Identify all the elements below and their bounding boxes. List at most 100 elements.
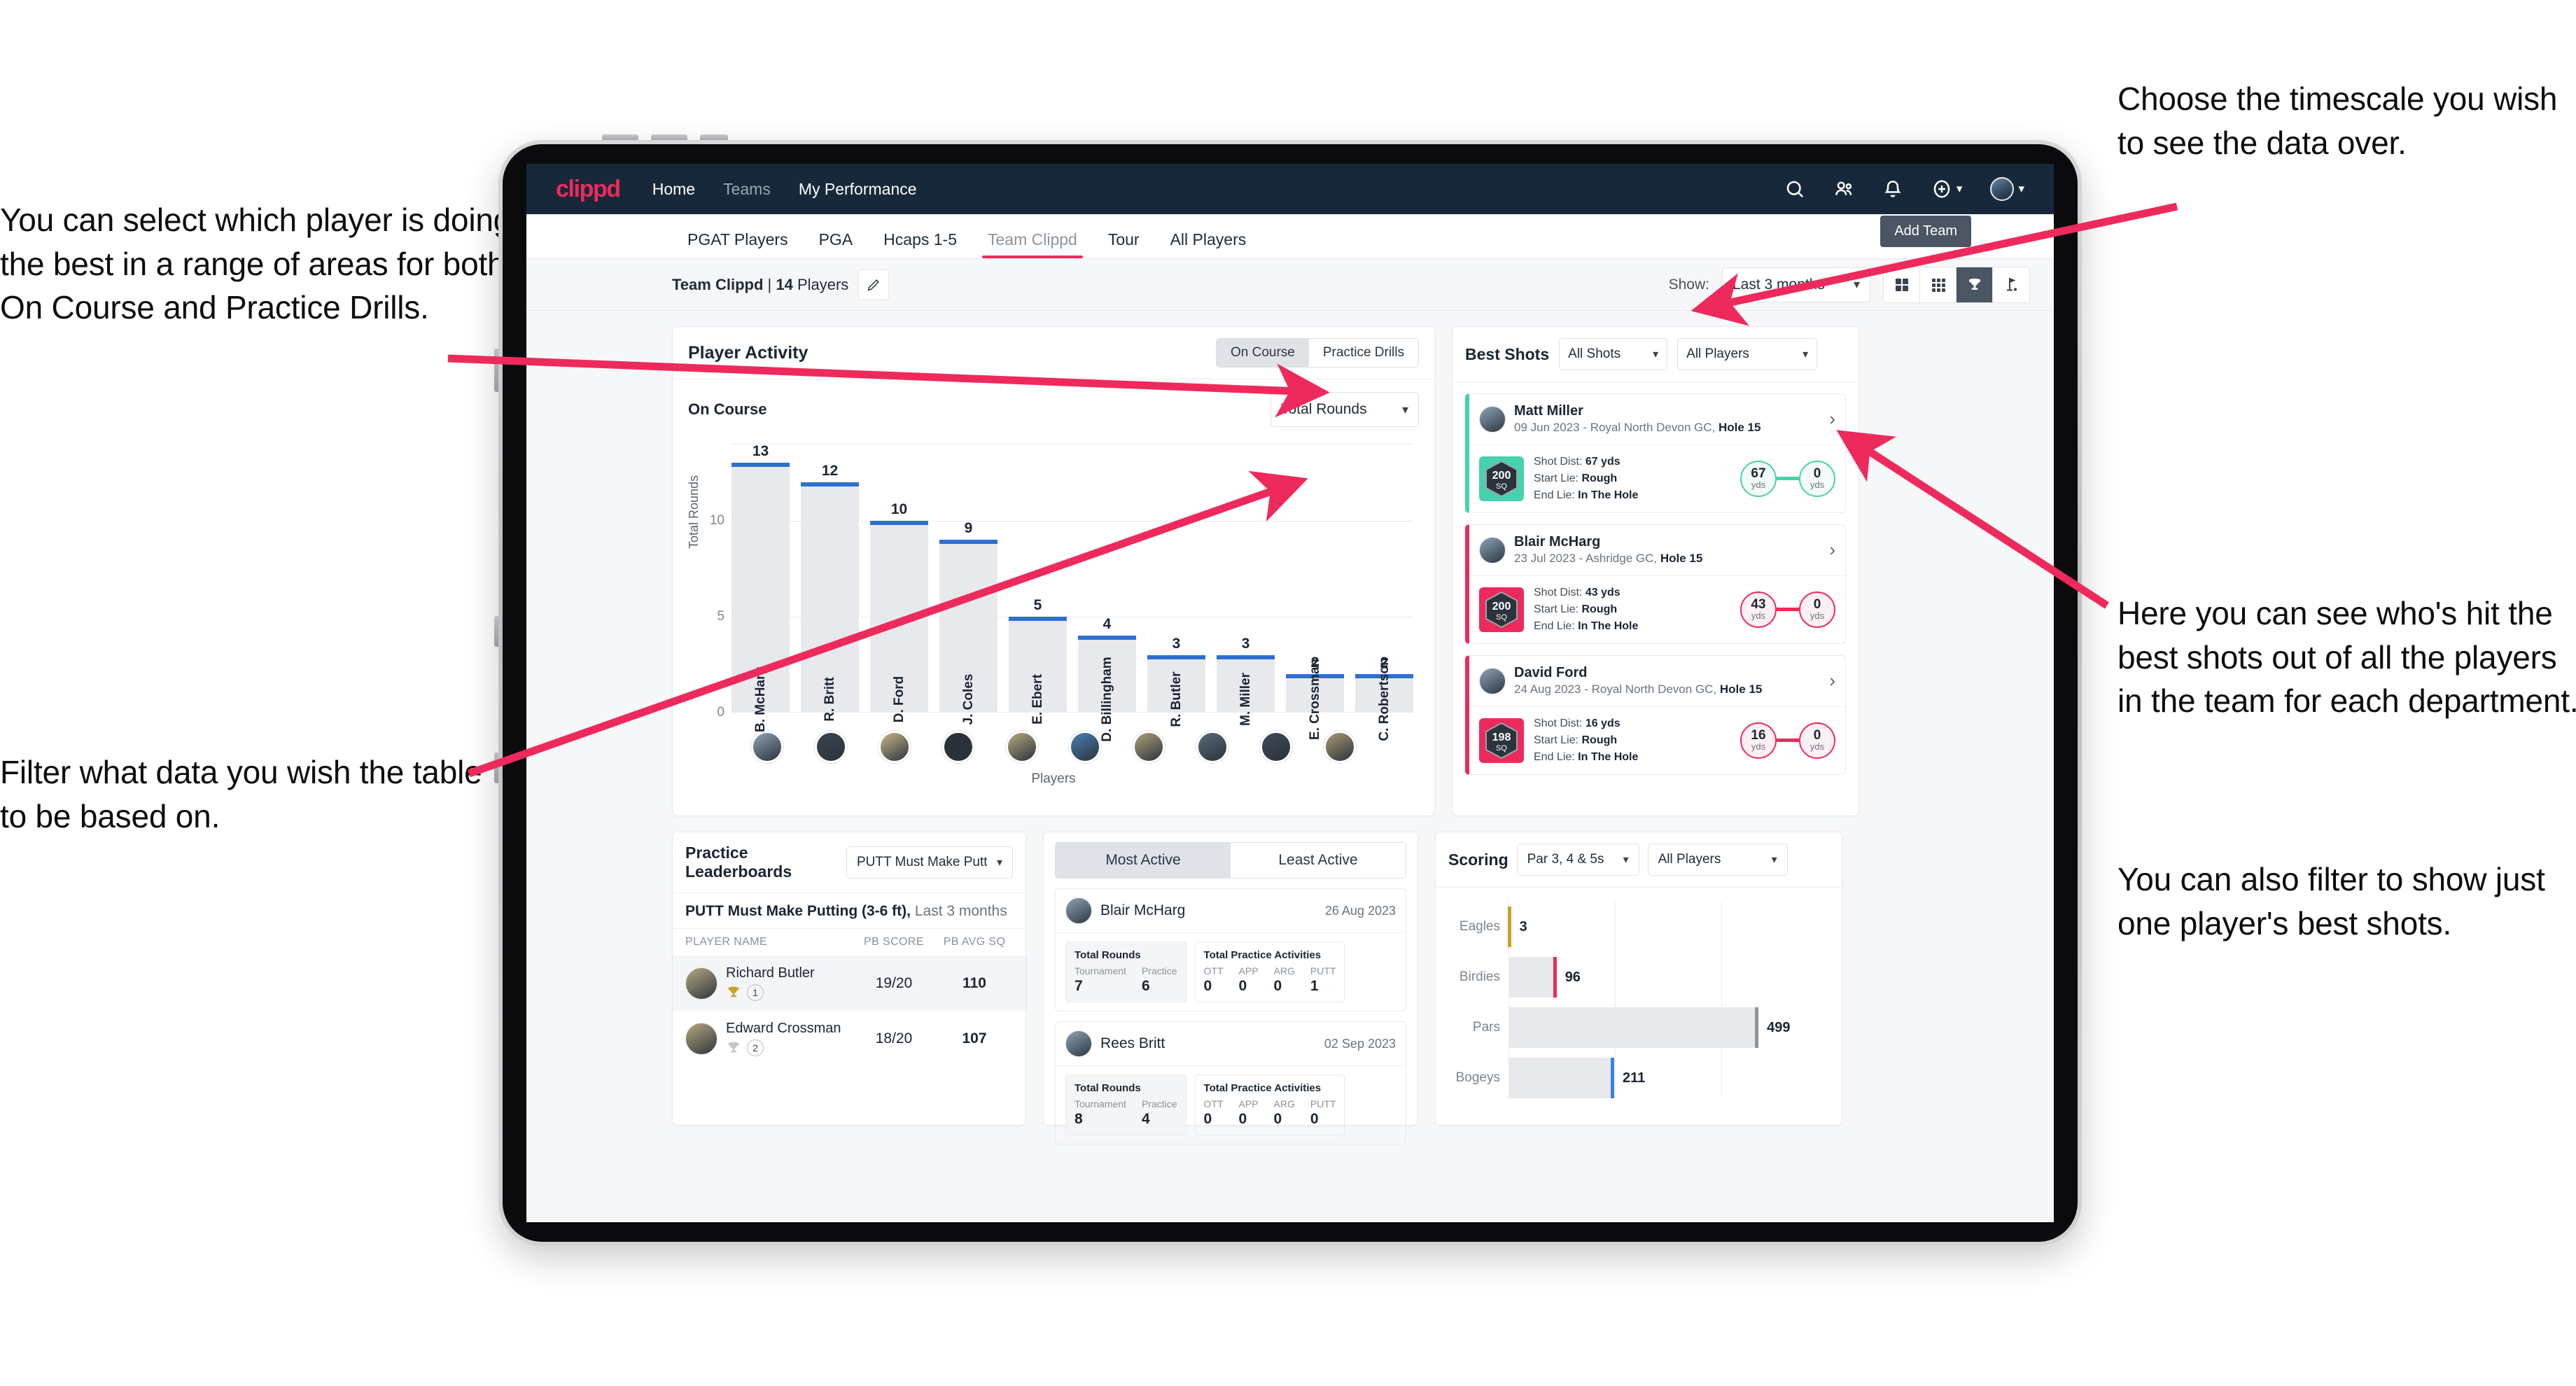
bar-column: 13 B. McHarg bbox=[732, 443, 790, 732]
activity-card[interactable]: Blair McHarg 26 Aug 2023 Total Rounds Tourn… bbox=[1055, 888, 1406, 1011]
leaderboard-row[interactable]: Edward Crossman 2 18/20 107 bbox=[673, 1011, 1026, 1066]
tab-pgat-players[interactable]: PGAT Players bbox=[672, 230, 804, 258]
scoring-par-select[interactable]: Par 3, 4 & 5s ▾ bbox=[1516, 844, 1639, 876]
distance-connector bbox=[1777, 608, 1799, 612]
timescale-value: Last 3 months bbox=[1732, 276, 1825, 293]
bar-column: 12 R. Britt bbox=[801, 444, 859, 722]
scoring-bar[interactable] bbox=[1507, 906, 1511, 947]
bell-icon[interactable] bbox=[1882, 178, 1903, 200]
view-trophy-button[interactable] bbox=[1956, 267, 1993, 302]
chevron-down-icon: ▾ bbox=[996, 857, 1002, 869]
leaderboard-player-info: Edward Crossman 2 bbox=[726, 1021, 841, 1056]
tab-most-active[interactable]: Most Active bbox=[1056, 843, 1231, 878]
best-shot-player-name: Matt Miller bbox=[1514, 403, 1583, 419]
bar[interactable]: 9 J. Coles bbox=[939, 520, 997, 724]
tab-least-active[interactable]: Least Active bbox=[1231, 843, 1406, 878]
bar[interactable]: 2 E. Crossman bbox=[1286, 654, 1344, 740]
view-grid-9-button[interactable] bbox=[1920, 267, 1956, 302]
tab-hcaps-1-5[interactable]: Hcaps 1-5 bbox=[868, 230, 972, 258]
leaderboard-row[interactable]: Richard Butler 1 19/20 110 bbox=[673, 955, 1026, 1011]
player-avatar bbox=[1479, 405, 1506, 433]
tab-pga[interactable]: PGA bbox=[804, 230, 869, 258]
best-shot-card[interactable]: Matt Miller 09 Jun 2023 - Royal North Dev… bbox=[1465, 393, 1846, 513]
bar[interactable]: 4 D. Billingham bbox=[1078, 616, 1136, 742]
bar-value-label: 4 bbox=[1102, 616, 1112, 633]
chevron-right-icon[interactable]: › bbox=[1829, 539, 1835, 561]
best-shot-card[interactable]: Blair McHarg 23 Jul 2023 - Ashridge GC, H… bbox=[1465, 524, 1846, 644]
scoring-value-label: 499 bbox=[1767, 1019, 1791, 1035]
activity-round-item: Practice 6 bbox=[1142, 965, 1177, 995]
start-distance-unit: yds bbox=[1751, 479, 1766, 491]
scoring-bar[interactable] bbox=[1508, 1007, 1759, 1048]
toggle-on-course[interactable]: On Course bbox=[1217, 339, 1309, 367]
bar[interactable]: 3 R. Butler bbox=[1147, 636, 1205, 727]
nav-link-my-performance[interactable]: My Performance bbox=[799, 180, 917, 199]
chevron-down-icon: ▾ bbox=[1771, 854, 1777, 866]
activity-practice-item: APP 0 bbox=[1239, 1098, 1259, 1128]
bar[interactable]: 12 R. Britt bbox=[801, 463, 859, 722]
view-grid-4-button[interactable] bbox=[1884, 267, 1920, 302]
scoring-par-value: Par 3, 4 & 5s bbox=[1527, 852, 1604, 867]
tab-tour[interactable]: Tour bbox=[1093, 230, 1155, 258]
bar-category-label: E. Crossman bbox=[1307, 658, 1322, 741]
scoring-row: Eagles 3 bbox=[1448, 902, 1829, 952]
activity-round-key: Practice bbox=[1141, 965, 1177, 976]
activity-tabs: Most Active Least Active bbox=[1055, 842, 1406, 878]
nav-link-teams[interactable]: Teams bbox=[723, 180, 771, 199]
tab-team-clippd[interactable]: Team Clippd bbox=[972, 230, 1093, 258]
toggle-practice-drills[interactable]: Practice Drills bbox=[1308, 339, 1418, 367]
leaderboard-rank-badge: 2 bbox=[726, 1040, 841, 1056]
activity-round-item: Tournament 7 bbox=[1074, 965, 1126, 995]
player-activity-chart: Total Rounds 10 5 0 13 B. McHarg 12 R. B… bbox=[673, 431, 1434, 816]
tab-all-players[interactable]: All Players bbox=[1155, 230, 1262, 258]
best-shot-identity: David Ford 24 Aug 2023 - Royal North Devo… bbox=[1514, 664, 1762, 698]
y-tick-10: 10 bbox=[709, 512, 724, 528]
best-shot-identity: Matt Miller 09 Jun 2023 - Royal North Dev… bbox=[1514, 402, 1760, 436]
view-golf-flag-button[interactable] bbox=[1993, 267, 2029, 302]
avatar[interactable]: ▾ bbox=[1990, 177, 2024, 201]
chevron-right-icon[interactable]: › bbox=[1829, 670, 1835, 692]
drill-select[interactable]: PUTT Must Make Putting ... ▾ bbox=[846, 846, 1013, 878]
activity-card[interactable]: Rees Britt 02 Sep 2023 Total Rounds Tournam… bbox=[1055, 1021, 1406, 1144]
people-icon[interactable] bbox=[1833, 178, 1854, 200]
bar[interactable]: 5 E. Ebert bbox=[1009, 597, 1067, 724]
activity-practice-key: OTT bbox=[1203, 965, 1224, 976]
best-shot-card[interactable]: David Ford 24 Aug 2023 - Royal North Devo… bbox=[1465, 654, 1846, 775]
practice-leaderboards-card: Practice Leaderboards PUTT Must Make Put… bbox=[672, 832, 1026, 1126]
timescale-select[interactable]: Last 3 months ▾ bbox=[1722, 267, 1870, 302]
bar[interactable]: 3 M. Miller bbox=[1217, 636, 1275, 726]
clippd-logo[interactable]: clippd bbox=[556, 176, 621, 203]
activity-practice-key: APP bbox=[1238, 965, 1259, 976]
shot-distance-line: Shot Dist: 16 yds bbox=[1534, 717, 1620, 729]
end-lie-line: End Lie: In The Hole bbox=[1534, 620, 1639, 632]
bar[interactable]: 2 C. Robertson bbox=[1355, 654, 1413, 741]
drill-period: Last 3 months bbox=[911, 903, 1007, 919]
rank-number: 2 bbox=[747, 1040, 764, 1056]
best-shot-header: David Ford 24 Aug 2023 - Royal North Devo… bbox=[1469, 656, 1845, 707]
scoring-row: Bogeys 211 bbox=[1448, 1053, 1829, 1103]
chevron-right-icon[interactable]: › bbox=[1829, 408, 1835, 430]
team-name-label: Team Clippd | 14 Players bbox=[672, 276, 848, 294]
best-shot-body: 200 SQ Shot Dist: 67 yds Start Lie: Rough En… bbox=[1469, 445, 1845, 512]
edit-team-button[interactable] bbox=[858, 269, 890, 300]
practice-activities-title: Total Practice Activities bbox=[1203, 1082, 1322, 1094]
player-activity-card: Player Activity On Course Practice Drill… bbox=[672, 326, 1435, 816]
bar[interactable]: 10 D. Ford bbox=[870, 501, 928, 722]
scoring-bar[interactable] bbox=[1508, 957, 1557, 997]
nav-link-home[interactable]: Home bbox=[652, 180, 695, 199]
activity-practice-key: PUTT bbox=[1310, 1098, 1336, 1110]
bar[interactable]: 13 B. McHarg bbox=[732, 443, 790, 732]
activity-round-value: 8 bbox=[1074, 1111, 1083, 1127]
metric-select[interactable]: Total Rounds ▾ bbox=[1270, 392, 1419, 427]
best-shot-player-name: David Ford bbox=[1514, 664, 1588, 680]
scoring-player-select[interactable]: All Players ▾ bbox=[1647, 844, 1788, 876]
search-icon[interactable] bbox=[1784, 178, 1805, 200]
plus-circle-icon[interactable]: ▾ bbox=[1931, 178, 1962, 200]
scoring-bar[interactable] bbox=[1508, 1058, 1614, 1098]
activity-round-item: Practice 4 bbox=[1142, 1098, 1177, 1128]
best-shots-title: Best Shots bbox=[1465, 344, 1550, 363]
end-distance-value: 0 bbox=[1813, 597, 1821, 612]
hexagon-icon: 200SQ bbox=[1485, 591, 1518, 629]
best-shots-filter-select[interactable]: All Shots ▾ bbox=[1559, 338, 1668, 370]
best-shots-player-select[interactable]: All Players ▾ bbox=[1677, 338, 1818, 370]
